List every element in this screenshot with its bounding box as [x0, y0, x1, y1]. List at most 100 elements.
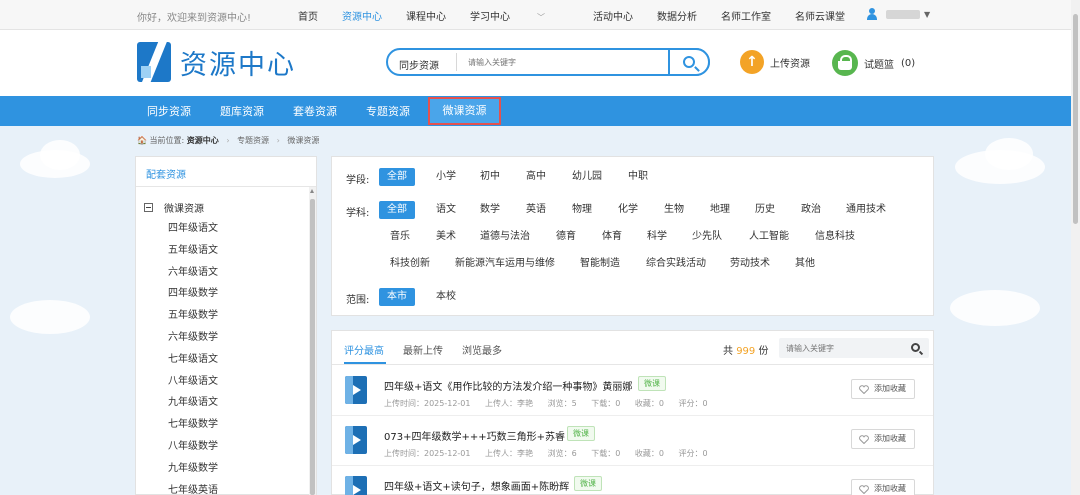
top-nav-data-analysis[interactable]: 数据分析 — [657, 8, 697, 23]
sidebar-item[interactable]: 四年级语文 — [168, 218, 218, 240]
subject-option[interactable]: 语文 — [436, 201, 456, 219]
breadcrumb-item[interactable]: 资源中心 — [187, 136, 219, 145]
resource-title[interactable]: 073+四年级数学+++巧数三角形+苏睿 — [384, 428, 565, 443]
top-nav-course-center[interactable]: 课程中心 — [406, 8, 446, 23]
view-count: 浏览：6 — [547, 449, 577, 458]
sidebar-item[interactable]: 五年级语文 — [168, 240, 218, 262]
sidebar-item[interactable]: 六年级数学 — [168, 327, 218, 349]
top-nav-teacher-studio[interactable]: 名师工作室 — [721, 8, 771, 23]
subject-option[interactable]: 少先队 — [692, 228, 722, 246]
sidebar-scrollbar[interactable] — [309, 187, 316, 495]
sidebar-item[interactable]: 九年级数学 — [168, 458, 218, 480]
subject-option[interactable]: 智能制造 — [580, 255, 620, 273]
subject-option[interactable]: 人工智能 — [749, 228, 789, 246]
chevron-down-icon: ﹀ — [537, 13, 545, 22]
tab-top-rated[interactable]: 评分最高 — [344, 342, 384, 357]
subject-option[interactable]: 科学 — [647, 228, 667, 246]
stage-option[interactable]: 中职 — [628, 168, 648, 186]
stage-label: 学段: — [346, 175, 370, 186]
basket-count: (0) — [901, 57, 916, 69]
sidebar-item[interactable]: 五年级数学 — [168, 305, 218, 327]
resource-title[interactable]: 四年级+语文《用作比较的方法发介绍一种事物》黄丽娜 — [384, 378, 632, 393]
search-input[interactable] — [468, 55, 648, 69]
list-item[interactable]: 073+四年级数学+++巧数三角形+苏睿 微课 上传时间：2025-12-01 … — [332, 416, 933, 466]
main-nav-question-bank[interactable]: 题库资源 — [220, 103, 264, 119]
subject-option[interactable]: 劳动技术 — [730, 255, 770, 273]
stage-option-all[interactable]: 全部 — [379, 168, 415, 186]
main-nav-sync-resources[interactable]: 同步资源 — [147, 103, 191, 119]
main-nav-micro-lessons[interactable]: 微课资源 — [428, 97, 501, 125]
top-nav-resource-center[interactable]: 资源中心 — [342, 8, 382, 23]
subject-option[interactable]: 综合实践活动 — [646, 255, 706, 273]
stage-option[interactable]: 小学 — [436, 168, 456, 186]
search-category-select[interactable]: 同步资源 — [399, 57, 439, 72]
subject-option-all[interactable]: 全部 — [379, 201, 415, 219]
add-favorite-button[interactable]: 添加收藏 — [851, 379, 915, 399]
user-menu[interactable]: ▼ — [866, 8, 930, 20]
sidebar-item[interactable]: 九年级语文 — [168, 392, 218, 414]
upload-label: 上传资源 — [770, 58, 810, 70]
subject-option[interactable]: 新能源汽车运用与维修 — [455, 255, 555, 273]
main-nav-paper-sets[interactable]: 套卷资源 — [293, 103, 337, 119]
stage-option[interactable]: 幼儿园 — [572, 168, 602, 186]
scope-option-school[interactable]: 本校 — [436, 288, 456, 306]
subject-option[interactable]: 物理 — [572, 201, 592, 219]
sidebar-item[interactable]: 七年级英语 — [168, 480, 218, 495]
tab-most-viewed[interactable]: 浏览最多 — [462, 342, 502, 357]
list-item[interactable]: 四年级+语文+读句子，想象画面+陈盼辉 微课 添加收藏 — [332, 466, 933, 495]
top-nav-home[interactable]: 首页 — [298, 8, 318, 23]
subject-option[interactable]: 历史 — [755, 201, 775, 219]
add-favorite-button[interactable]: 添加收藏 — [851, 479, 915, 495]
sidebar-item[interactable]: 七年级语文 — [168, 349, 218, 371]
subject-option[interactable]: 德育 — [556, 228, 576, 246]
resource-title[interactable]: 四年级+语文+读句子，想象画面+陈盼辉 — [384, 478, 569, 493]
sidebar-scroll-thumb[interactable] — [310, 199, 315, 495]
subject-option[interactable]: 化学 — [618, 201, 638, 219]
total-number: 999 — [736, 346, 756, 357]
question-basket-button[interactable]: 试题篮 (0) — [832, 50, 915, 76]
search-icon[interactable] — [911, 343, 920, 352]
subject-option[interactable]: 数学 — [480, 201, 500, 219]
add-favorite-button[interactable]: 添加收藏 — [851, 429, 915, 449]
sidebar-item[interactable]: 四年级数学 — [168, 283, 218, 305]
list-search-input[interactable] — [786, 342, 896, 354]
upload-resource-button[interactable]: ↑ 上传资源 — [740, 50, 810, 74]
subject-option[interactable]: 生物 — [664, 201, 684, 219]
list-item[interactable]: 四年级+语文《用作比较的方法发介绍一种事物》黄丽娜 微课 上传时间：2025-1… — [332, 366, 933, 416]
subject-option[interactable]: 英语 — [526, 201, 546, 219]
search-button[interactable] — [668, 48, 710, 76]
subject-option[interactable]: 音乐 — [390, 228, 410, 246]
page-scroll-thumb[interactable] — [1073, 14, 1078, 224]
scroll-up-icon[interactable] — [310, 189, 314, 193]
subject-option[interactable]: 政治 — [801, 201, 821, 219]
collapse-icon[interactable] — [144, 203, 153, 212]
breadcrumb-item[interactable]: 专题资源 — [237, 136, 269, 145]
subject-option[interactable]: 体育 — [602, 228, 622, 246]
subject-option[interactable]: 美术 — [436, 228, 456, 246]
top-nav-cloud-classroom[interactable]: 名师云课堂 — [795, 8, 845, 23]
search-divider — [456, 53, 457, 71]
subject-option[interactable]: 地理 — [710, 201, 730, 219]
sidebar-item[interactable]: 七年级数学 — [168, 414, 218, 436]
sidebar-item[interactable]: 八年级数学 — [168, 436, 218, 458]
page-scrollbar[interactable] — [1071, 0, 1080, 495]
tree-root[interactable]: 微课资源 — [144, 200, 204, 215]
site-logo[interactable]: 资源中心 — [137, 42, 296, 82]
subject-option[interactable]: 信息科技 — [815, 228, 855, 246]
subject-option[interactable]: 道德与法治 — [480, 228, 530, 246]
subject-option[interactable]: 通用技术 — [846, 201, 886, 219]
sidebar-item[interactable]: 六年级语文 — [168, 262, 218, 284]
stage-option[interactable]: 初中 — [480, 168, 500, 186]
top-nav-learning-center[interactable]: 学习中心 ﹀ — [470, 8, 569, 23]
tab-latest[interactable]: 最新上传 — [403, 342, 443, 357]
sidebar: 配套资源 微课资源 四年级语文 五年级语文 六年级语文 四年级数学 五年级数学 … — [135, 156, 317, 495]
scope-option-city[interactable]: 本市 — [379, 288, 415, 306]
favorite-count: 收藏：0 — [634, 449, 664, 458]
main-nav-topic-resources[interactable]: 专题资源 — [366, 103, 410, 119]
sidebar-item[interactable]: 八年级语文 — [168, 371, 218, 393]
top-nav-activity-center[interactable]: 活动中心 — [593, 8, 633, 23]
subject-option[interactable]: 科技创新 — [390, 255, 430, 273]
stage-option[interactable]: 高中 — [526, 168, 546, 186]
heart-icon — [859, 485, 869, 494]
subject-option[interactable]: 其他 — [795, 255, 815, 273]
